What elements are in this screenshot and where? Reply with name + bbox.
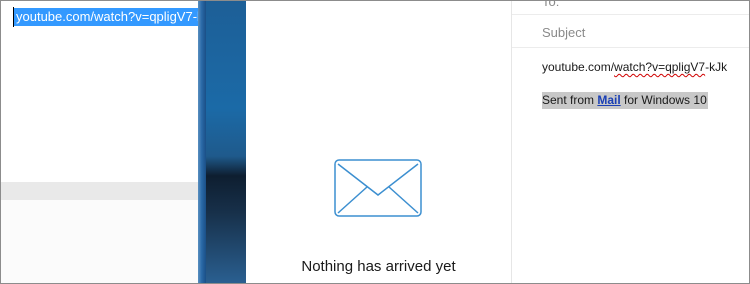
desktop-wallpaper — [206, 1, 246, 283]
message-list-pane: Nothing has arrived yet — [246, 1, 512, 283]
subject-field[interactable]: Subject — [542, 25, 585, 40]
screenshot-frame: youtube.com/watch?v=qpligV7-kJk Nothing … — [0, 0, 750, 284]
to-field-divider — [512, 14, 749, 15]
empty-inbox-message: Nothing has arrived yet — [301, 258, 456, 275]
compose-pane: To: Subject youtube.com/watch?v=qpligV7-… — [512, 1, 749, 283]
url-part-start: youtube.com/ — [542, 60, 615, 74]
signature-prefix: Sent from — [542, 93, 598, 107]
mail-app-link[interactable]: Mail — [597, 93, 620, 107]
spellcheck-flagged-text: watch?v=qpligV7 — [614, 60, 706, 74]
email-signature: Sent from Mail for Windows 10 — [542, 92, 708, 109]
envelope-icon — [334, 159, 422, 217]
signature-suffix: for Windows 10 — [620, 93, 707, 107]
address-input-selection[interactable]: youtube.com/watch?v=qpligV7-kJk — [14, 8, 219, 26]
url-part-end: -kJk — [705, 60, 728, 74]
subject-field-divider — [512, 47, 749, 48]
message-body-url[interactable]: youtube.com/watch?v=qpligV7-kJk — [542, 60, 727, 74]
address-pane: youtube.com/watch?v=qpligV7-kJk — [1, 1, 219, 283]
window-divider[interactable] — [198, 1, 206, 283]
highlighted-row — [1, 182, 201, 200]
to-field-label[interactable]: To: — [542, 1, 559, 9]
text-cursor — [13, 7, 14, 27]
left-pane-footer — [1, 200, 201, 283]
